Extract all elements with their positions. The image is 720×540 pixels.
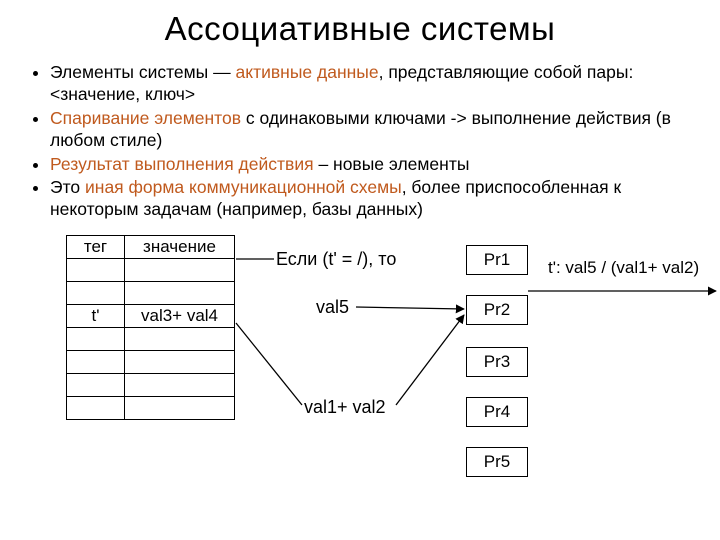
table-row — [67, 374, 235, 397]
table-row — [67, 282, 235, 305]
bullet-4: Это иная форма коммуникационной схемы, б… — [50, 177, 692, 221]
table-row: t'val3+ val4 — [67, 305, 235, 328]
proc-box-3: Pr3 — [466, 347, 528, 377]
proc-box-5: Pr5 — [466, 447, 528, 477]
table-row — [67, 328, 235, 351]
proc-box-1: Pr1 — [466, 245, 528, 275]
diagram-area: тег значение t'val3+ val4 Если (t' = /),… — [28, 235, 692, 515]
col-header-tag: тег — [67, 236, 125, 259]
output-expression: t': val5 / (val1+ val2) — [548, 257, 720, 278]
val12-label: val1+ val2 — [304, 397, 386, 418]
tag-value-table: тег значение t'val3+ val4 — [66, 235, 235, 420]
bullet-3: Результат выполнения действия – новые эл… — [50, 154, 692, 176]
bullet-list: Элементы системы — активные данные, пред… — [28, 62, 692, 221]
table-row — [67, 259, 235, 282]
proc-box-4: Pr4 — [466, 397, 528, 427]
slide-title: Ассоциативные системы — [28, 10, 692, 48]
bullet-2: Спаривание элементов с одинаковыми ключа… — [50, 108, 692, 152]
table-header-row: тег значение — [67, 236, 235, 259]
col-header-value: значение — [125, 236, 235, 259]
condition-label: Если (t' = /), то — [276, 249, 396, 270]
val5-label: val5 — [316, 297, 349, 318]
table-row — [67, 397, 235, 420]
proc-box-2: Pr2 — [466, 295, 528, 325]
table-row — [67, 351, 235, 374]
bullet-1: Элементы системы — активные данные, пред… — [50, 62, 692, 106]
